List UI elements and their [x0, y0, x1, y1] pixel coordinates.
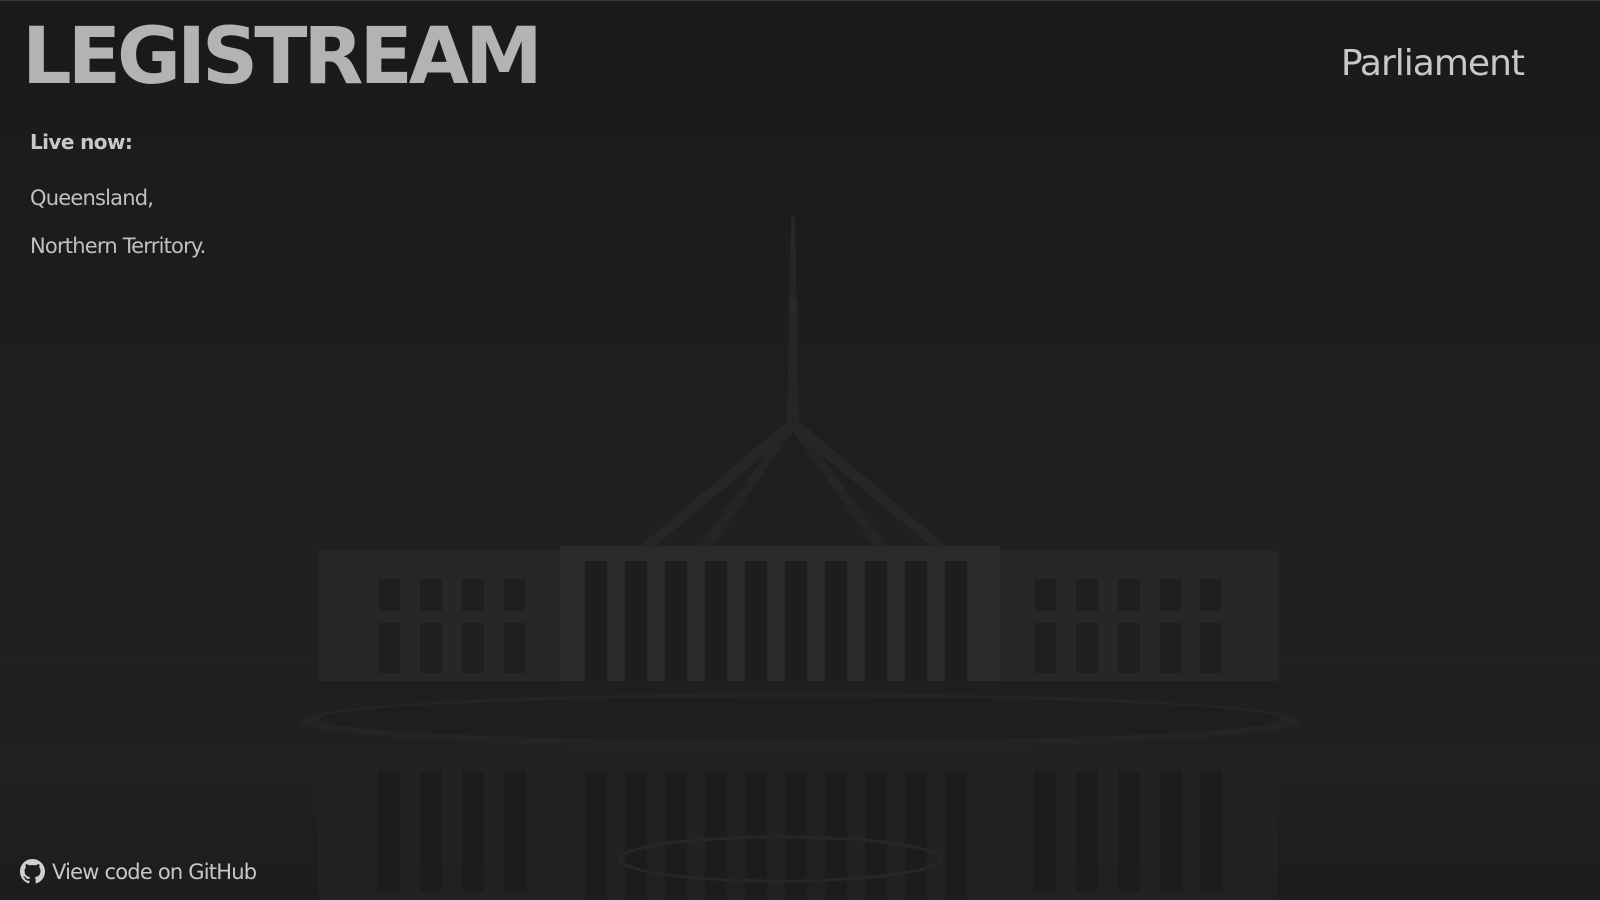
- page: LEGISTREAM Parliament Live now: Queensla…: [0, 0, 1600, 900]
- live-stream-link-queensland[interactable]: Queensland,: [30, 186, 154, 210]
- live-stream-list: Queensland, Northern Territory.: [30, 184, 206, 280]
- github-link[interactable]: View code on GitHub: [20, 859, 257, 884]
- list-item[interactable]: Northern Territory.: [30, 232, 206, 280]
- nav-link-parliament[interactable]: Parliament: [1341, 43, 1525, 84]
- github-link-label: View code on GitHub: [52, 859, 257, 884]
- list-item[interactable]: Queensland,: [30, 184, 205, 232]
- background-image: [0, 216, 1600, 900]
- site-logo[interactable]: LEGISTREAM: [22, 14, 543, 101]
- live-now-heading: Live now:: [30, 130, 133, 154]
- github-octocat-icon: [20, 859, 45, 884]
- live-stream-link-northern-territory[interactable]: Northern Territory.: [30, 234, 206, 258]
